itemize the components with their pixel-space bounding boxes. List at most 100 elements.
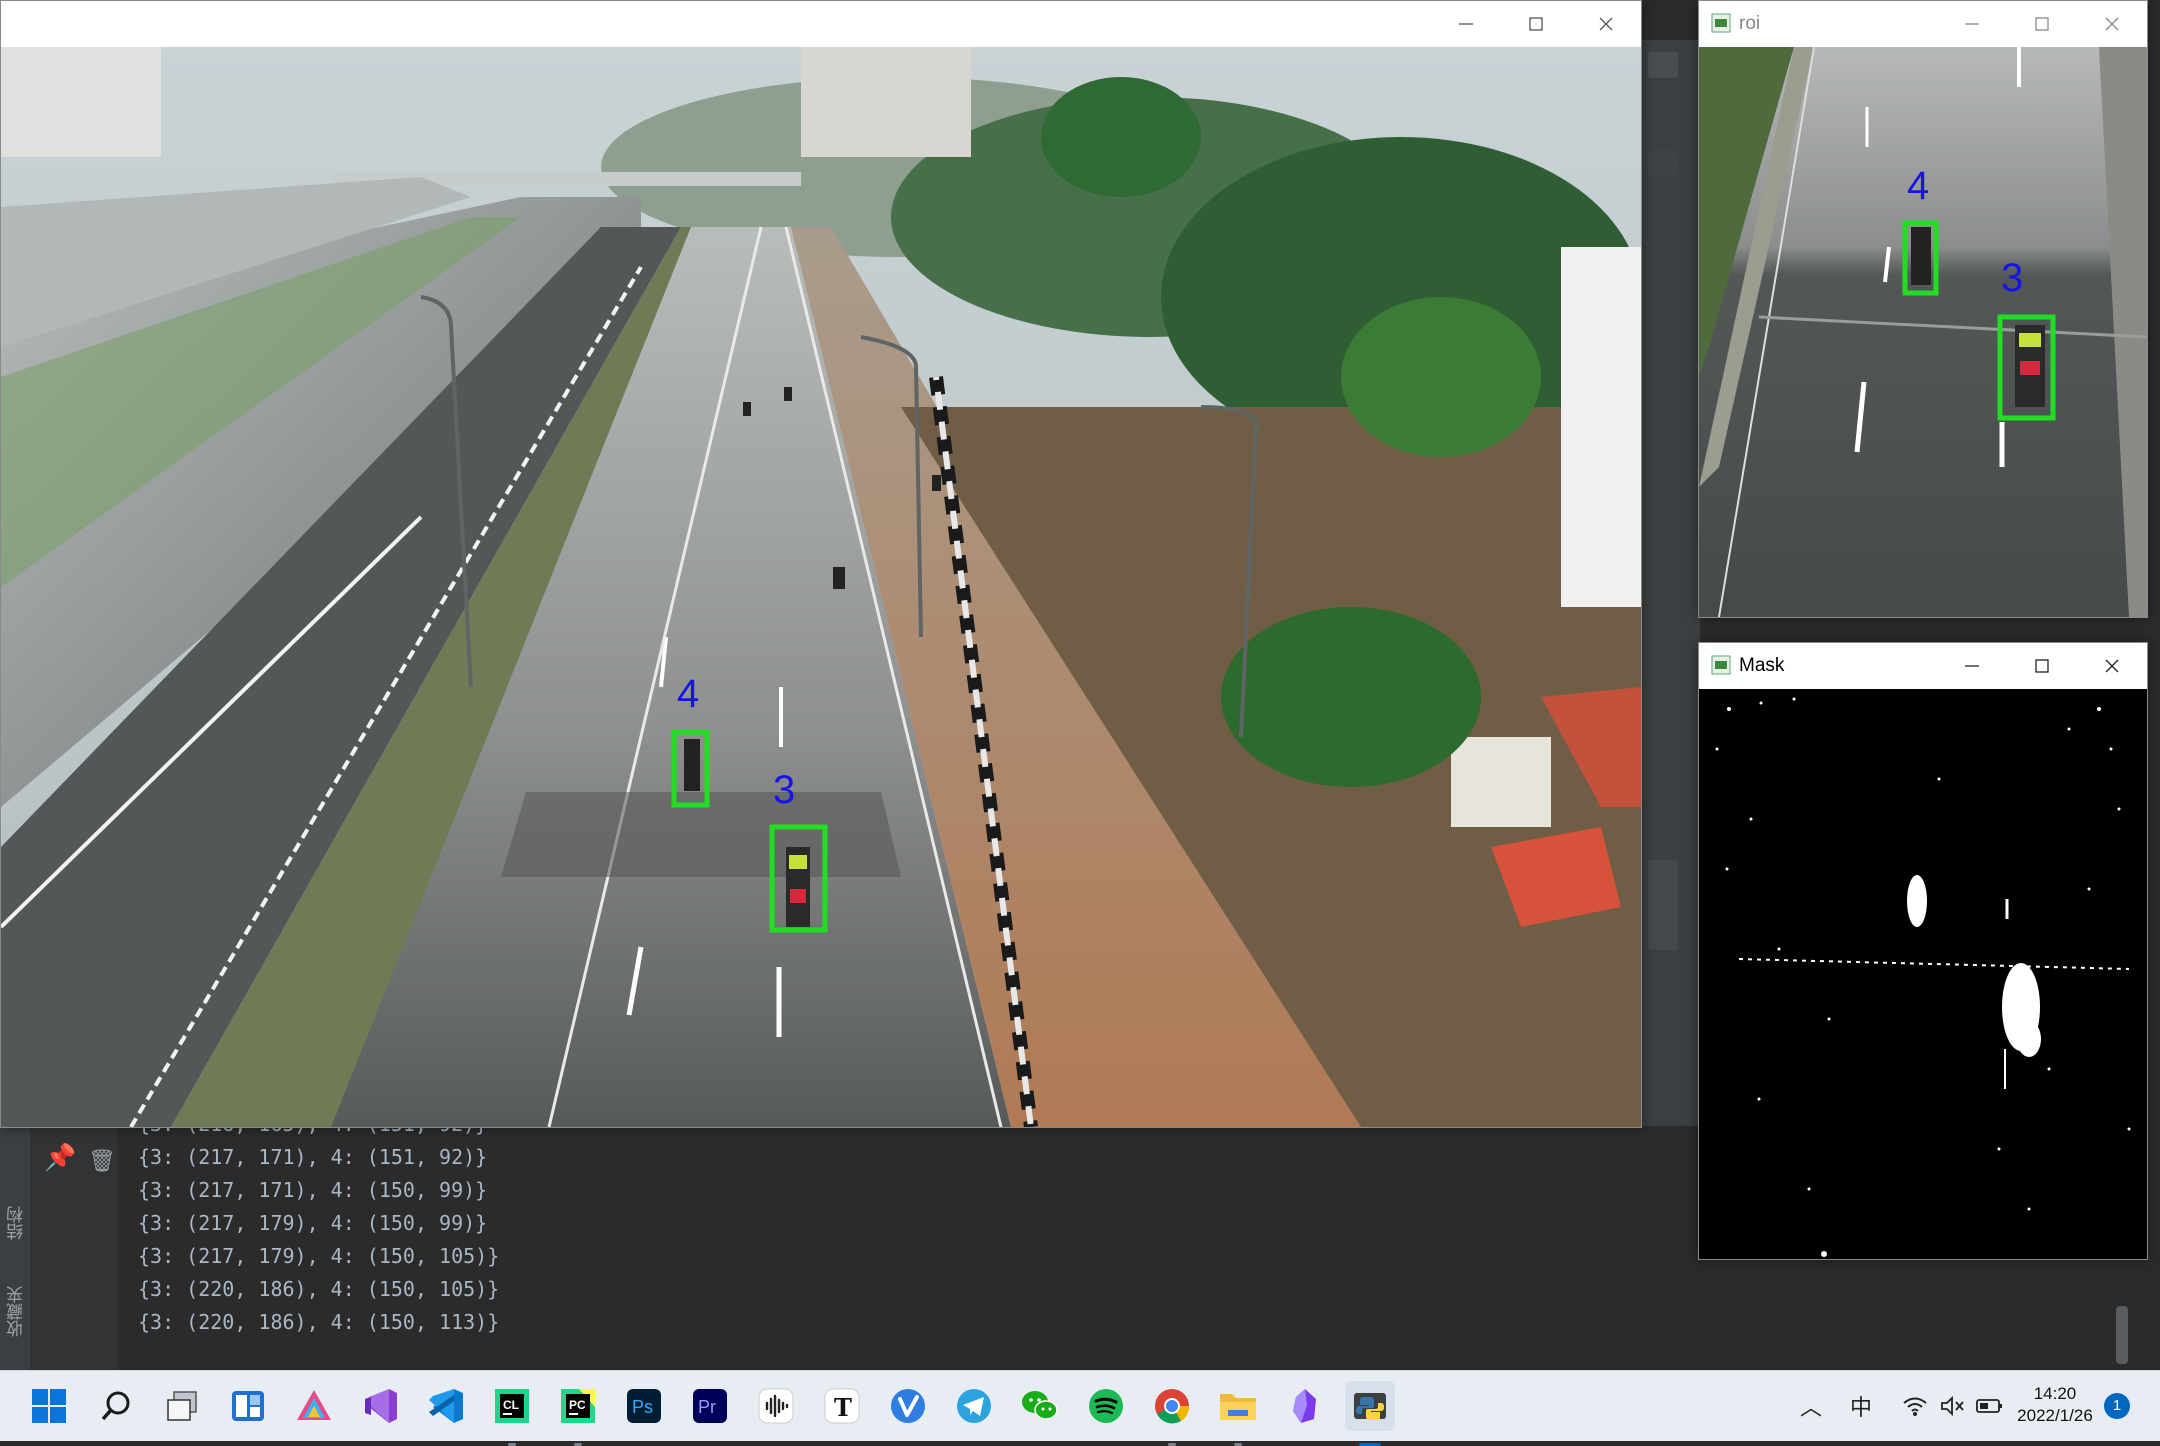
roi-track-label-3: 3 xyxy=(2001,256,2023,300)
photoshop-icon: Ps xyxy=(627,1389,661,1423)
taskbar-app-creative[interactable] xyxy=(289,1381,339,1431)
ime-indicator[interactable]: 中 xyxy=(1850,1390,1872,1422)
video-window: 4 3 xyxy=(0,0,1642,1128)
console-line: {3: (217, 179), 4: (150, 105)} xyxy=(138,1244,500,1268)
pycharm-icon: PC xyxy=(561,1389,595,1423)
clock-time: 14:20 xyxy=(2033,1384,2077,1403)
telegram-icon xyxy=(957,1389,991,1423)
minimize-button[interactable] xyxy=(1937,1,2007,47)
taskbar-app-audio[interactable] xyxy=(751,1381,801,1431)
spotify-icon xyxy=(1089,1389,1123,1423)
opencv-window-icon xyxy=(1711,655,1731,675)
mask-blob-4 xyxy=(1907,875,1927,927)
taskbar-app-telegram[interactable] xyxy=(949,1381,999,1431)
video-frame: 4 3 xyxy=(1,47,1641,1127)
taskbar-app-premiere[interactable]: Pr xyxy=(685,1381,735,1431)
typora-text: T xyxy=(834,1393,852,1422)
clock[interactable]: 14:20 2022/1/26 xyxy=(2000,1383,2110,1427)
close-icon xyxy=(2105,659,2119,673)
maximize-button[interactable] xyxy=(2007,643,2077,689)
minimize-button[interactable] xyxy=(1431,1,1501,47)
show-hidden-icons-chevron-up-icon[interactable]: ︿ xyxy=(1800,1390,1822,1422)
notification-badge[interactable]: 1 xyxy=(2104,1393,2130,1419)
vscode-icon xyxy=(429,1389,463,1423)
ide-dropdown[interactable] xyxy=(1648,52,1678,78)
clock-date: 2022/1/26 xyxy=(2017,1406,2093,1425)
console-line: {3: (217, 171), 4: (151, 92)} xyxy=(138,1145,488,1169)
roi-window: roi 4 3 xyxy=(1698,0,2148,618)
taskbar-app-wechat[interactable] xyxy=(1015,1381,1065,1431)
windows-logo-icon xyxy=(32,1389,66,1423)
console-line: {3: (220, 186), 4: (150, 113)} xyxy=(138,1310,500,1334)
pycharm-text: PC xyxy=(569,1398,586,1412)
search-button[interactable] xyxy=(91,1381,141,1431)
wifi-icon[interactable] xyxy=(1902,1395,1928,1417)
photoshop-text: Ps xyxy=(632,1397,653,1417)
maximize-button[interactable] xyxy=(1501,1,1571,47)
console-scrollbar[interactable] xyxy=(2116,1306,2128,1364)
wechat-icon xyxy=(1022,1391,1058,1420)
system-tray: ︿ 中 xyxy=(1800,1371,2004,1441)
mask-window: Mask xyxy=(1698,642,2148,1260)
ide-panel xyxy=(1648,150,1678,176)
python-icon xyxy=(1354,1393,1386,1420)
video-window-titlebar[interactable] xyxy=(1,1,1641,47)
premiere-icon: Pr xyxy=(693,1389,727,1423)
console-output: {3: (216, 165), 4: (151, 92)} {3: (217, … xyxy=(138,1112,500,1339)
mask-window-titlebar[interactable]: Mask xyxy=(1699,643,2147,689)
roi-track-label-4: 4 xyxy=(1907,164,1929,208)
task-view-button[interactable] xyxy=(157,1381,207,1431)
track-label-3: 3 xyxy=(773,768,795,812)
task-view-icon xyxy=(167,1391,197,1421)
roi-frame: 4 3 xyxy=(1699,47,2147,617)
taskbar: CL PC Ps Pr T ︿ 中 14:20 2022/1/26 1 xyxy=(0,1370,2160,1446)
taskbar-app-clion[interactable]: CL xyxy=(487,1381,537,1446)
folder-icon xyxy=(1220,1394,1256,1420)
taskbar-app-typora[interactable]: T xyxy=(817,1381,867,1431)
taskbar-app-v[interactable] xyxy=(883,1381,933,1431)
taskbar-app-visual-studio[interactable] xyxy=(355,1381,405,1431)
close-button[interactable] xyxy=(1571,1,1641,47)
minimize-button[interactable] xyxy=(1937,643,2007,689)
widgets-icon xyxy=(232,1391,264,1421)
widgets-button[interactable] xyxy=(223,1381,273,1431)
pin-icon[interactable]: 📌 xyxy=(44,1142,76,1173)
typora-icon: T xyxy=(824,1388,860,1424)
taskbar-app-obsidian[interactable] xyxy=(1279,1381,1329,1431)
close-icon xyxy=(1599,17,1613,31)
close-button[interactable] xyxy=(2077,643,2147,689)
console-gutter: 📌 🗑 xyxy=(30,1126,118,1370)
start-button[interactable] xyxy=(24,1381,74,1431)
taskbar-app-pycharm[interactable]: PC xyxy=(553,1381,603,1446)
opencv-window-icon xyxy=(1711,13,1731,33)
taskbar-app-photoshop[interactable]: Ps xyxy=(619,1381,669,1431)
taskbar-app-chrome[interactable] xyxy=(1147,1381,1197,1446)
taskbar-app-python[interactable] xyxy=(1345,1381,1395,1446)
mask-scene xyxy=(1699,689,2147,1259)
premiere-text: Pr xyxy=(698,1397,716,1417)
highway-scene: 4 3 xyxy=(1,47,1641,1127)
triangle-app-icon xyxy=(297,1390,331,1420)
console-line: {3: (217, 179), 4: (150, 99)} xyxy=(138,1211,488,1235)
ide-panel xyxy=(1648,860,1678,950)
minimize-icon xyxy=(1965,23,1979,25)
taskbar-app-vscode[interactable] xyxy=(421,1381,471,1431)
taskbar-app-file-explorer[interactable] xyxy=(1213,1381,1263,1446)
roi-scene: 4 3 xyxy=(1699,47,2147,617)
search-icon xyxy=(101,1391,130,1421)
roi-window-titlebar[interactable]: roi xyxy=(1699,1,2147,47)
clion-icon: CL xyxy=(495,1389,529,1423)
side-tool-strip: 结构 收藏夹 xyxy=(0,1126,30,1370)
v-app-icon xyxy=(891,1389,925,1423)
mask-window-title: Mask xyxy=(1739,655,1785,676)
close-icon xyxy=(2105,17,2119,31)
maximize-button[interactable] xyxy=(2007,1,2077,47)
favorites-tab[interactable]: 收藏夹 xyxy=(4,1286,29,1337)
close-button[interactable] xyxy=(2077,1,2147,47)
taskbar-app-spotify[interactable] xyxy=(1081,1381,1131,1431)
console-line: {3: (217, 171), 4: (150, 99)} xyxy=(138,1178,488,1202)
audio-wave-icon xyxy=(758,1388,794,1424)
trash-icon[interactable]: 🗑 xyxy=(88,1148,116,1174)
structure-tab[interactable]: 结构 xyxy=(4,1206,29,1240)
volume-muted-icon[interactable] xyxy=(1940,1395,1966,1417)
